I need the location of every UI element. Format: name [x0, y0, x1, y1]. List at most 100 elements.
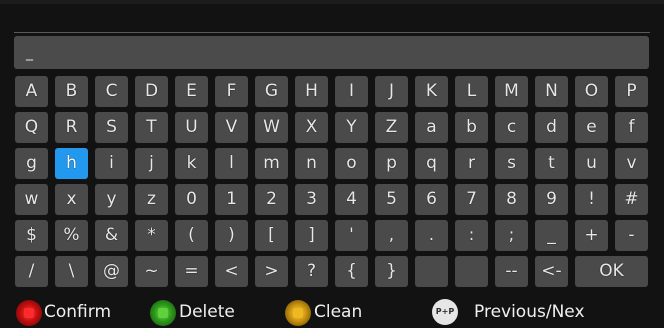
key[interactable]: l	[215, 148, 248, 179]
key[interactable]: W	[255, 112, 288, 143]
key[interactable]: ~	[135, 256, 168, 287]
key[interactable]: s	[495, 148, 528, 179]
key[interactable]: w	[15, 184, 48, 215]
key[interactable]: ]	[295, 220, 328, 251]
key[interactable]: }	[375, 256, 408, 287]
key[interactable]: -	[615, 220, 648, 251]
key[interactable]: %	[55, 220, 88, 251]
key[interactable]: I	[335, 76, 368, 107]
ok-key[interactable]: OK	[575, 256, 648, 287]
key[interactable]: p	[375, 148, 408, 179]
key[interactable]: 9	[535, 184, 568, 215]
key[interactable]: S	[95, 112, 128, 143]
key[interactable]: F	[215, 76, 248, 107]
key[interactable]: f	[615, 112, 648, 143]
key[interactable]: k	[175, 148, 208, 179]
key[interactable]: K	[415, 76, 448, 107]
key[interactable]: e	[575, 112, 608, 143]
key[interactable]: u	[575, 148, 608, 179]
key[interactable]: A	[15, 76, 48, 107]
key[interactable]: Z	[375, 112, 408, 143]
key[interactable]: :	[455, 220, 488, 251]
yellow-button-icon	[285, 300, 311, 326]
key[interactable]: P	[615, 76, 648, 107]
key[interactable]: M	[495, 76, 528, 107]
key[interactable]: o	[335, 148, 368, 179]
key[interactable]: n	[295, 148, 328, 179]
key[interactable]: '	[335, 220, 368, 251]
key[interactable]: G	[255, 76, 288, 107]
key[interactable]: <-	[535, 256, 568, 287]
key[interactable]: ;	[495, 220, 528, 251]
key[interactable]: $	[15, 220, 48, 251]
key[interactable]: J	[375, 76, 408, 107]
key[interactable]: b	[455, 112, 488, 143]
key[interactable]: g	[15, 148, 48, 179]
key[interactable]: c	[495, 112, 528, 143]
key[interactable]: q	[415, 148, 448, 179]
key[interactable]: \	[55, 256, 88, 287]
key[interactable]: <	[215, 256, 248, 287]
key[interactable]: 1	[215, 184, 248, 215]
key[interactable]: _	[535, 220, 568, 251]
key[interactable]: +	[575, 220, 608, 251]
key[interactable]: *	[135, 220, 168, 251]
key[interactable]: Y	[335, 112, 368, 143]
key[interactable]: .	[415, 220, 448, 251]
key[interactable]: !	[575, 184, 608, 215]
key[interactable]: 8	[495, 184, 528, 215]
key[interactable]: ,	[375, 220, 408, 251]
key[interactable]: #	[615, 184, 648, 215]
key[interactable]: j	[135, 148, 168, 179]
clean-label: Clean	[314, 302, 363, 322]
key[interactable]: 3	[295, 184, 328, 215]
key[interactable]: y	[95, 184, 128, 215]
key[interactable]: D	[135, 76, 168, 107]
key[interactable]: 4	[335, 184, 368, 215]
key[interactable]: =	[175, 256, 208, 287]
key[interactable]: T	[135, 112, 168, 143]
key[interactable]: V	[215, 112, 248, 143]
key[interactable]: 2	[255, 184, 288, 215]
key[interactable]: C	[95, 76, 128, 107]
key[interactable]: E	[175, 76, 208, 107]
key[interactable]: N	[535, 76, 568, 107]
key[interactable]: U	[175, 112, 208, 143]
key[interactable]: H	[295, 76, 328, 107]
key[interactable]: x	[55, 184, 88, 215]
key[interactable]: (	[175, 220, 208, 251]
key[interactable]: &	[95, 220, 128, 251]
key[interactable]: Q	[15, 112, 48, 143]
key[interactable]: R	[55, 112, 88, 143]
key[interactable]: {	[335, 256, 368, 287]
key[interactable]: @	[95, 256, 128, 287]
virtual-keyboard-screen: _ ABCDEFGHIJKLMNOP QRSTUVWXYZabcdef ghijkl…	[0, 0, 664, 328]
key[interactable]: 5	[375, 184, 408, 215]
key[interactable]: )	[215, 220, 248, 251]
key[interactable]: h	[55, 148, 88, 179]
green-button-icon	[150, 300, 176, 326]
key[interactable]: z	[135, 184, 168, 215]
key[interactable]: 7	[455, 184, 488, 215]
key[interactable]: X	[295, 112, 328, 143]
key[interactable]: 0	[175, 184, 208, 215]
key[interactable]: m	[255, 148, 288, 179]
key[interactable]: t	[535, 148, 568, 179]
legend-delete: Delete	[150, 296, 260, 328]
key[interactable]: 6	[415, 184, 448, 215]
key[interactable]: a	[415, 112, 448, 143]
key[interactable]: i	[95, 148, 128, 179]
key[interactable]: --	[495, 256, 528, 287]
key[interactable]: B	[55, 76, 88, 107]
key[interactable]: [	[255, 220, 288, 251]
key-blank[interactable]	[455, 256, 488, 287]
key[interactable]: r	[455, 148, 488, 179]
key[interactable]: v	[615, 148, 648, 179]
key[interactable]: L	[455, 76, 488, 107]
key-blank[interactable]	[415, 256, 448, 287]
key[interactable]: >	[255, 256, 288, 287]
key[interactable]: O	[575, 76, 608, 107]
key[interactable]: ?	[295, 256, 328, 287]
key[interactable]: d	[535, 112, 568, 143]
key[interactable]: /	[15, 256, 48, 287]
